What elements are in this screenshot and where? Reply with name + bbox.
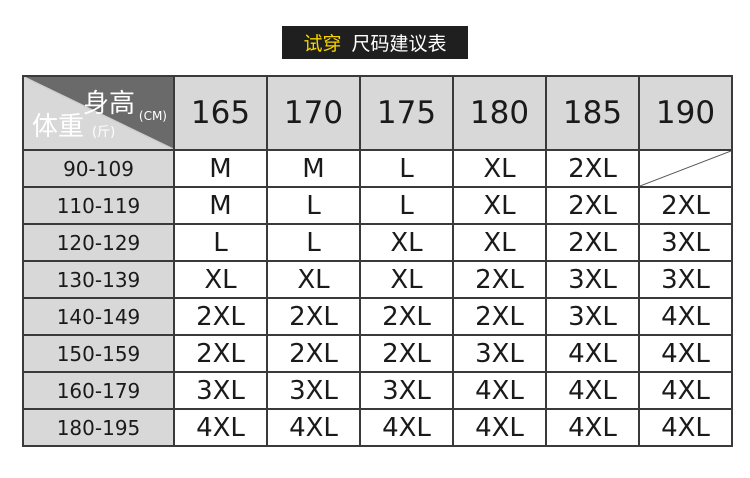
empty-cell-diagonal <box>640 151 731 186</box>
size-cell: 3XL <box>545 297 640 336</box>
size-cell: 2XL <box>452 260 547 299</box>
weight-cell: 120-129 <box>22 223 175 262</box>
size-cell: 4XL <box>266 408 361 447</box>
size-cell: XL <box>359 223 454 262</box>
corner-header-cell: 身高 (CM) 体重 (斤) <box>22 75 175 151</box>
size-cell: 3XL <box>638 260 733 299</box>
size-cell: 2XL <box>545 223 640 262</box>
weight-cell: 150-159 <box>22 334 175 373</box>
height-unit: (CM) <box>138 109 167 123</box>
weight-cell: 140-149 <box>22 297 175 336</box>
empty-size-cell <box>638 149 733 188</box>
weight-cell: 130-139 <box>22 260 175 299</box>
size-cell: 2XL <box>545 186 640 225</box>
height-header-180: 180 <box>452 75 547 151</box>
height-label: 身高 <box>82 89 135 119</box>
table-row: 110-119 M L L XL 2XL 2XL <box>22 186 733 225</box>
size-cell: 3XL <box>173 371 268 410</box>
size-cell: L <box>359 149 454 188</box>
table-row: 120-129 L L XL XL 2XL 3XL <box>22 223 733 262</box>
size-cell: 4XL <box>545 334 640 373</box>
size-cell: 4XL <box>638 408 733 447</box>
size-cell: 3XL <box>452 334 547 373</box>
weight-unit: (斤) <box>92 125 116 140</box>
weight-cell: 160-179 <box>22 371 175 410</box>
weight-cell: 110-119 <box>22 186 175 225</box>
size-chart-table: 身高 (CM) 体重 (斤) 165 170 175 180 185 190 9… <box>22 75 733 447</box>
height-header-165: 165 <box>173 75 268 151</box>
size-cell: XL <box>452 186 547 225</box>
size-cell: 4XL <box>638 334 733 373</box>
table-row: 160-179 3XL 3XL 3XL 4XL 4XL 4XL <box>22 371 733 410</box>
height-header-185: 185 <box>545 75 640 151</box>
weight-label: 体重 <box>32 112 85 142</box>
size-cell: XL <box>359 260 454 299</box>
height-header-175: 175 <box>359 75 454 151</box>
table-row: 140-149 2XL 2XL 2XL 2XL 3XL 4XL <box>22 297 733 336</box>
size-cell: M <box>173 149 268 188</box>
size-cell: 2XL <box>452 297 547 336</box>
size-cell: 4XL <box>359 408 454 447</box>
size-cell: 2XL <box>266 334 361 373</box>
size-cell: 3XL <box>638 223 733 262</box>
title-accent: 试穿 <box>303 33 342 55</box>
size-cell: 2XL <box>359 297 454 336</box>
height-header-170: 170 <box>266 75 361 151</box>
size-cell: 4XL <box>545 408 640 447</box>
size-cell: XL <box>173 260 268 299</box>
size-cell: 4XL <box>452 408 547 447</box>
size-cell: 3XL <box>545 260 640 299</box>
table-row: 150-159 2XL 2XL 2XL 3XL 4XL 4XL <box>22 334 733 373</box>
size-cell: M <box>173 186 268 225</box>
size-cell: 4XL <box>638 297 733 336</box>
size-cell: L <box>359 186 454 225</box>
height-header-190: 190 <box>638 75 733 151</box>
size-cell: L <box>266 223 361 262</box>
size-cell: XL <box>452 223 547 262</box>
size-cell: XL <box>452 149 547 188</box>
title-text: 尺码建议表 <box>351 33 447 55</box>
size-cell: L <box>173 223 268 262</box>
size-cell: 3XL <box>266 371 361 410</box>
header-row: 身高 (CM) 体重 (斤) 165 170 175 180 185 190 <box>22 75 733 151</box>
size-cell: 4XL <box>545 371 640 410</box>
weight-cell: 180-195 <box>22 408 175 447</box>
size-cell: 4XL <box>173 408 268 447</box>
size-cell: 2XL <box>266 297 361 336</box>
size-cell: 2XL <box>638 186 733 225</box>
size-cell: XL <box>266 260 361 299</box>
table-row: 180-195 4XL 4XL 4XL 4XL 4XL 4XL <box>22 408 733 447</box>
size-cell: 2XL <box>173 334 268 373</box>
size-cell: 2XL <box>545 149 640 188</box>
weight-cell: 90-109 <box>22 149 175 188</box>
title-banner: 试穿 尺码建议表 <box>282 26 468 59</box>
size-cell: 3XL <box>359 371 454 410</box>
size-cell: 2XL <box>173 297 268 336</box>
size-cell: 4XL <box>452 371 547 410</box>
size-cell: L <box>266 186 361 225</box>
table-row: 130-139 XL XL XL 2XL 3XL 3XL <box>22 260 733 299</box>
size-cell: M <box>266 149 361 188</box>
size-cell: 4XL <box>638 371 733 410</box>
size-cell: 2XL <box>359 334 454 373</box>
table-row: 90-109 M M L XL 2XL <box>22 149 733 188</box>
